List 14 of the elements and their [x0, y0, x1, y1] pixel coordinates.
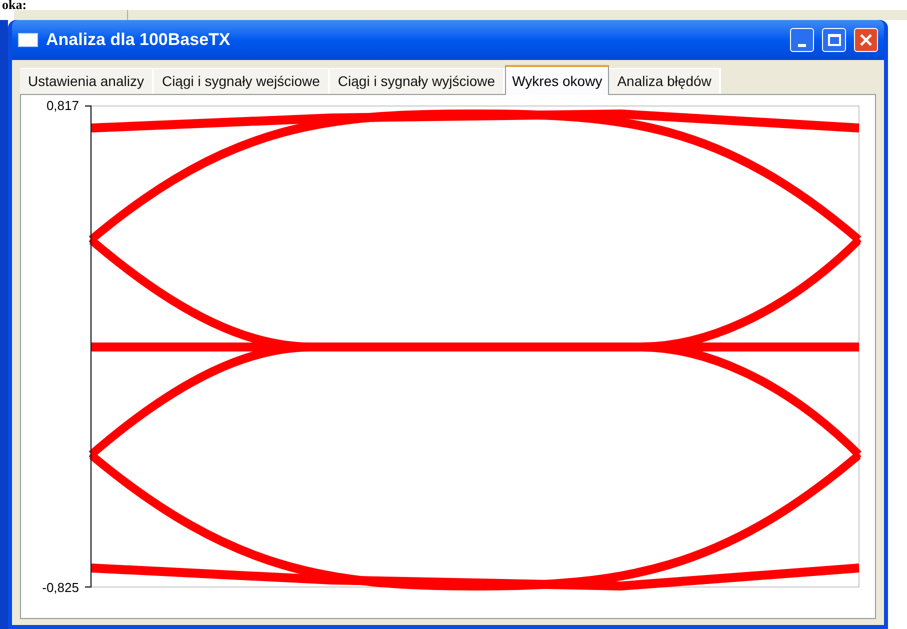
y-axis-label: 0,817 — [46, 99, 79, 113]
tab[interactable]: Ciągi i sygnały wejściowe — [154, 68, 330, 94]
tab[interactable]: Ciągi i sygnały wyjściowe — [330, 68, 506, 94]
close-button[interactable] — [854, 28, 878, 52]
tab[interactable]: Ustawienia analizy — [20, 68, 154, 94]
window-title: Analiza dla 100BaseTX — [46, 29, 232, 52]
close-icon — [859, 33, 873, 47]
maximize-button[interactable] — [822, 28, 846, 52]
minimize-button[interactable] — [790, 28, 814, 52]
tab[interactable]: Analiza błędów — [609, 68, 722, 94]
window-icon — [18, 33, 38, 47]
tab[interactable]: Wykres okowy — [505, 65, 610, 95]
document-text: oka: — [1, 0, 27, 10]
y-axis-label: -0,825 — [42, 581, 79, 595]
